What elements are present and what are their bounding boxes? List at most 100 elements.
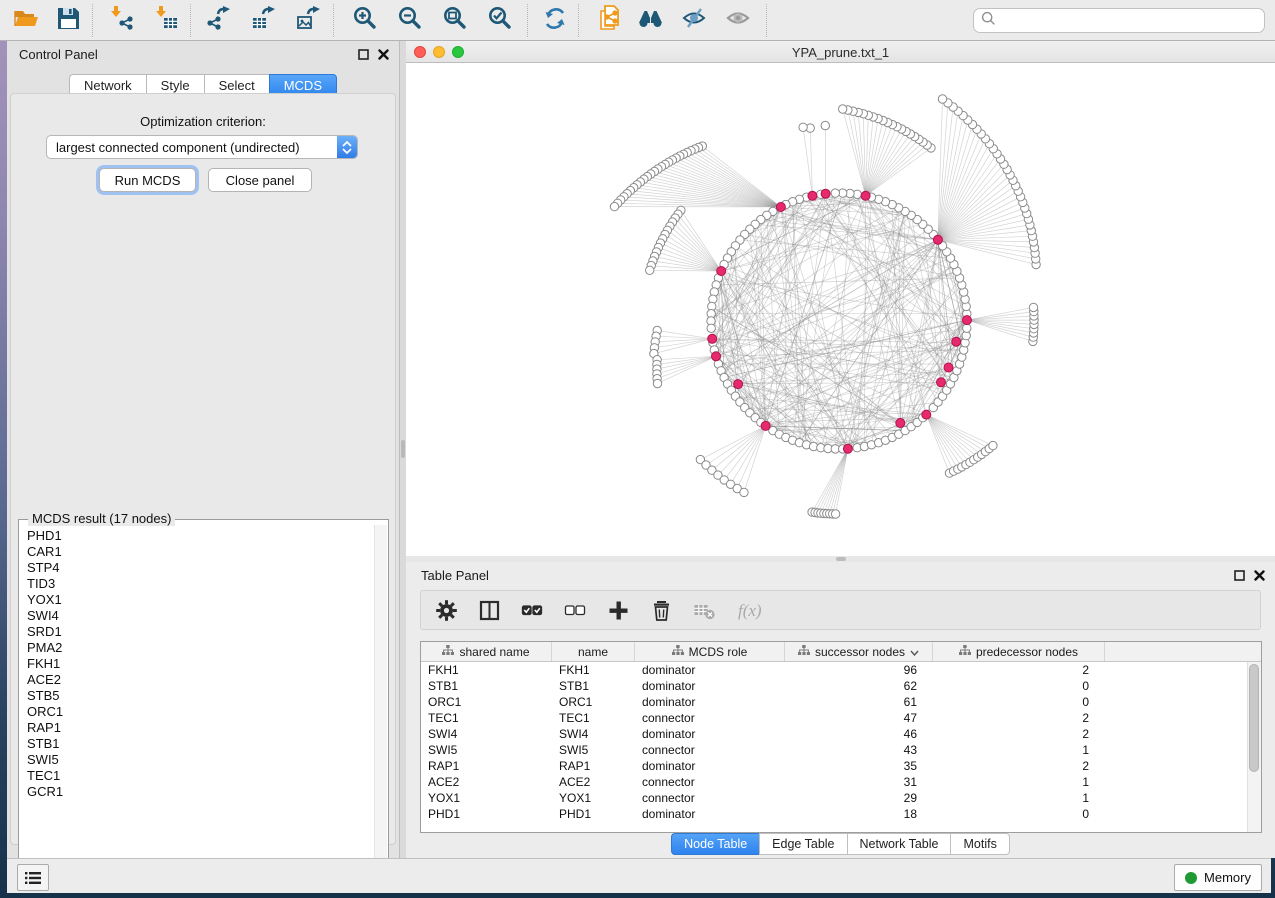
mcds-result-item[interactable]: STP4: [27, 560, 374, 576]
open-file-button[interactable]: [8, 3, 44, 38]
mcds-result-list[interactable]: PHD1CAR1STP4TID3YOX1SWI4SRD1PMA2FKH1ACE2…: [19, 524, 374, 889]
table-row[interactable]: PHD1PHD1dominator180: [421, 806, 1261, 822]
memory-button[interactable]: Memory: [1174, 864, 1262, 891]
mcds-result-item[interactable]: SWI4: [27, 608, 374, 624]
cell-MCDS-role: dominator: [635, 758, 785, 774]
settings-gear-button[interactable]: [435, 599, 458, 622]
network-titlebar[interactable]: YPA_prune.txt_1: [406, 41, 1275, 63]
memory-status-icon: [1185, 872, 1197, 884]
table-scrollbar-thumb[interactable]: [1249, 664, 1259, 772]
mcds-result-item[interactable]: CAR1: [27, 544, 374, 560]
task-history-button[interactable]: [17, 864, 49, 891]
zoom-in-button[interactable]: [347, 3, 383, 38]
search-box[interactable]: [973, 8, 1265, 33]
tab-node-table[interactable]: Node Table: [671, 833, 759, 855]
select-all-checkboxes-button[interactable]: [521, 599, 544, 622]
mcds-result-item[interactable]: SRD1: [27, 624, 374, 640]
find-button[interactable]: [632, 3, 668, 38]
cell-predecessor-nodes: 2: [933, 662, 1105, 678]
cell-successor-nodes: 47: [785, 710, 933, 726]
mcds-result-groupbox: MCDS result (17 nodes) PHD1CAR1STP4TID3Y…: [18, 519, 389, 890]
apply-layout-icon: [542, 5, 569, 37]
add-column-button[interactable]: [607, 599, 630, 622]
apply-layout-button[interactable]: [537, 3, 573, 38]
save-session-button[interactable]: [50, 3, 86, 38]
tab-edge-table[interactable]: Edge Table: [759, 833, 846, 855]
table-row[interactable]: STB1STB1dominator620: [421, 678, 1261, 694]
network-title: YPA_prune.txt_1: [406, 45, 1275, 60]
tab-motifs[interactable]: Motifs: [950, 833, 1009, 855]
cell-MCDS-role: connector: [635, 774, 785, 790]
table-tabs: Node TableEdge TableNetwork TableMotifs: [406, 833, 1275, 855]
mcds-result-item[interactable]: ORC1: [27, 704, 374, 720]
search-input[interactable]: [996, 13, 1264, 28]
run-mcds-button[interactable]: Run MCDS: [99, 168, 196, 192]
mcds-list-scrollbar[interactable]: [374, 525, 387, 888]
mcds-result-item[interactable]: TID3: [27, 576, 374, 592]
column-header-shared-name[interactable]: shared name: [421, 642, 552, 661]
hide-graphics-details-button[interactable]: [676, 3, 712, 38]
mcds-result-item[interactable]: ACE2: [27, 672, 374, 688]
zoom-selected-button[interactable]: [482, 3, 518, 38]
table-row[interactable]: FKH1FKH1dominator962: [421, 662, 1261, 678]
attribute-tree-icon: [959, 645, 971, 659]
node-table[interactable]: shared namenameMCDS rolesuccessor nodesp…: [420, 641, 1262, 833]
control-panel: Control Panel NetworkStyleSelectMCDS Opt…: [7, 41, 400, 858]
mcds-result-item[interactable]: STB1: [27, 736, 374, 752]
zoom-fit-button[interactable]: [437, 3, 473, 38]
import-network-button[interactable]: [103, 3, 139, 38]
export-web-document-button[interactable]: [592, 3, 628, 38]
cell-predecessor-nodes: 0: [933, 694, 1105, 710]
mcds-result-item[interactable]: TEC1: [27, 768, 374, 784]
table-header-row[interactable]: shared namenameMCDS rolesuccessor nodesp…: [421, 642, 1261, 662]
tab-network-table[interactable]: Network Table: [847, 833, 951, 855]
split-panel-button[interactable]: [478, 599, 501, 622]
mcds-result-item[interactable]: PHD1: [27, 528, 374, 544]
network-canvas[interactable]: [406, 63, 1275, 556]
column-header-predecessor-nodes[interactable]: predecessor nodes: [933, 642, 1105, 661]
table-row[interactable]: TEC1TEC1connector472: [421, 710, 1261, 726]
close-panel-icon[interactable]: [378, 47, 389, 65]
export-table-button[interactable]: [245, 3, 281, 38]
close-panel-button[interactable]: Close panel: [208, 168, 312, 192]
mcds-result-item[interactable]: YOX1: [27, 592, 374, 608]
delete-columns-button[interactable]: [650, 599, 673, 622]
table-row[interactable]: RAP1RAP1dominator352: [421, 758, 1261, 774]
horizontal-splitter-thumb[interactable]: [836, 557, 846, 561]
vertical-splitter-thumb[interactable]: [401, 440, 405, 458]
column-header-MCDS-role[interactable]: MCDS role: [635, 642, 785, 661]
table-row[interactable]: ORC1ORC1dominator610: [421, 694, 1261, 710]
float-panel-icon[interactable]: [358, 47, 369, 65]
mcds-result-item[interactable]: SWI5: [27, 752, 374, 768]
cell-predecessor-nodes: 0: [933, 678, 1105, 694]
table-row[interactable]: ACE2ACE2connector311: [421, 774, 1261, 790]
table-row[interactable]: YOX1YOX1connector291: [421, 790, 1261, 806]
network-graph[interactable]: [406, 63, 1275, 556]
cell-MCDS-role: dominator: [635, 726, 785, 742]
sort-descending-icon: [910, 645, 919, 659]
table-row[interactable]: SWI4SWI4dominator462: [421, 726, 1261, 742]
birds-eye-view-button[interactable]: [720, 3, 756, 38]
import-table-button[interactable]: [148, 3, 184, 38]
zoom-out-button[interactable]: [392, 3, 428, 38]
criterion-select[interactable]: largest connected component (undirected): [46, 135, 358, 159]
mcds-result-item[interactable]: PMA2: [27, 640, 374, 656]
table-row[interactable]: SWI5SWI5connector431: [421, 742, 1261, 758]
export-image-button[interactable]: [290, 3, 326, 38]
mcds-result-item[interactable]: STB5: [27, 688, 374, 704]
export-network-button[interactable]: [200, 3, 236, 38]
criterion-value: largest connected component (undirected): [47, 140, 337, 155]
mcds-result-item[interactable]: FKH1: [27, 656, 374, 672]
close-table-panel-icon[interactable]: [1254, 568, 1265, 586]
export-image-icon: [295, 5, 322, 37]
column-header-name[interactable]: name: [552, 642, 635, 661]
table-scrollbar[interactable]: [1247, 662, 1261, 832]
column-header-successor-nodes[interactable]: successor nodes: [785, 642, 933, 661]
network-view-window: YPA_prune.txt_1: [406, 41, 1275, 562]
float-table-panel-icon[interactable]: [1234, 568, 1245, 586]
mcds-result-item[interactable]: RAP1: [27, 720, 374, 736]
deselect-all-checkboxes-button[interactable]: [564, 599, 587, 622]
cell-MCDS-role: dominator: [635, 678, 785, 694]
mcds-result-item[interactable]: GCR1: [27, 784, 374, 800]
table-toolbar: f(x): [420, 590, 1261, 630]
